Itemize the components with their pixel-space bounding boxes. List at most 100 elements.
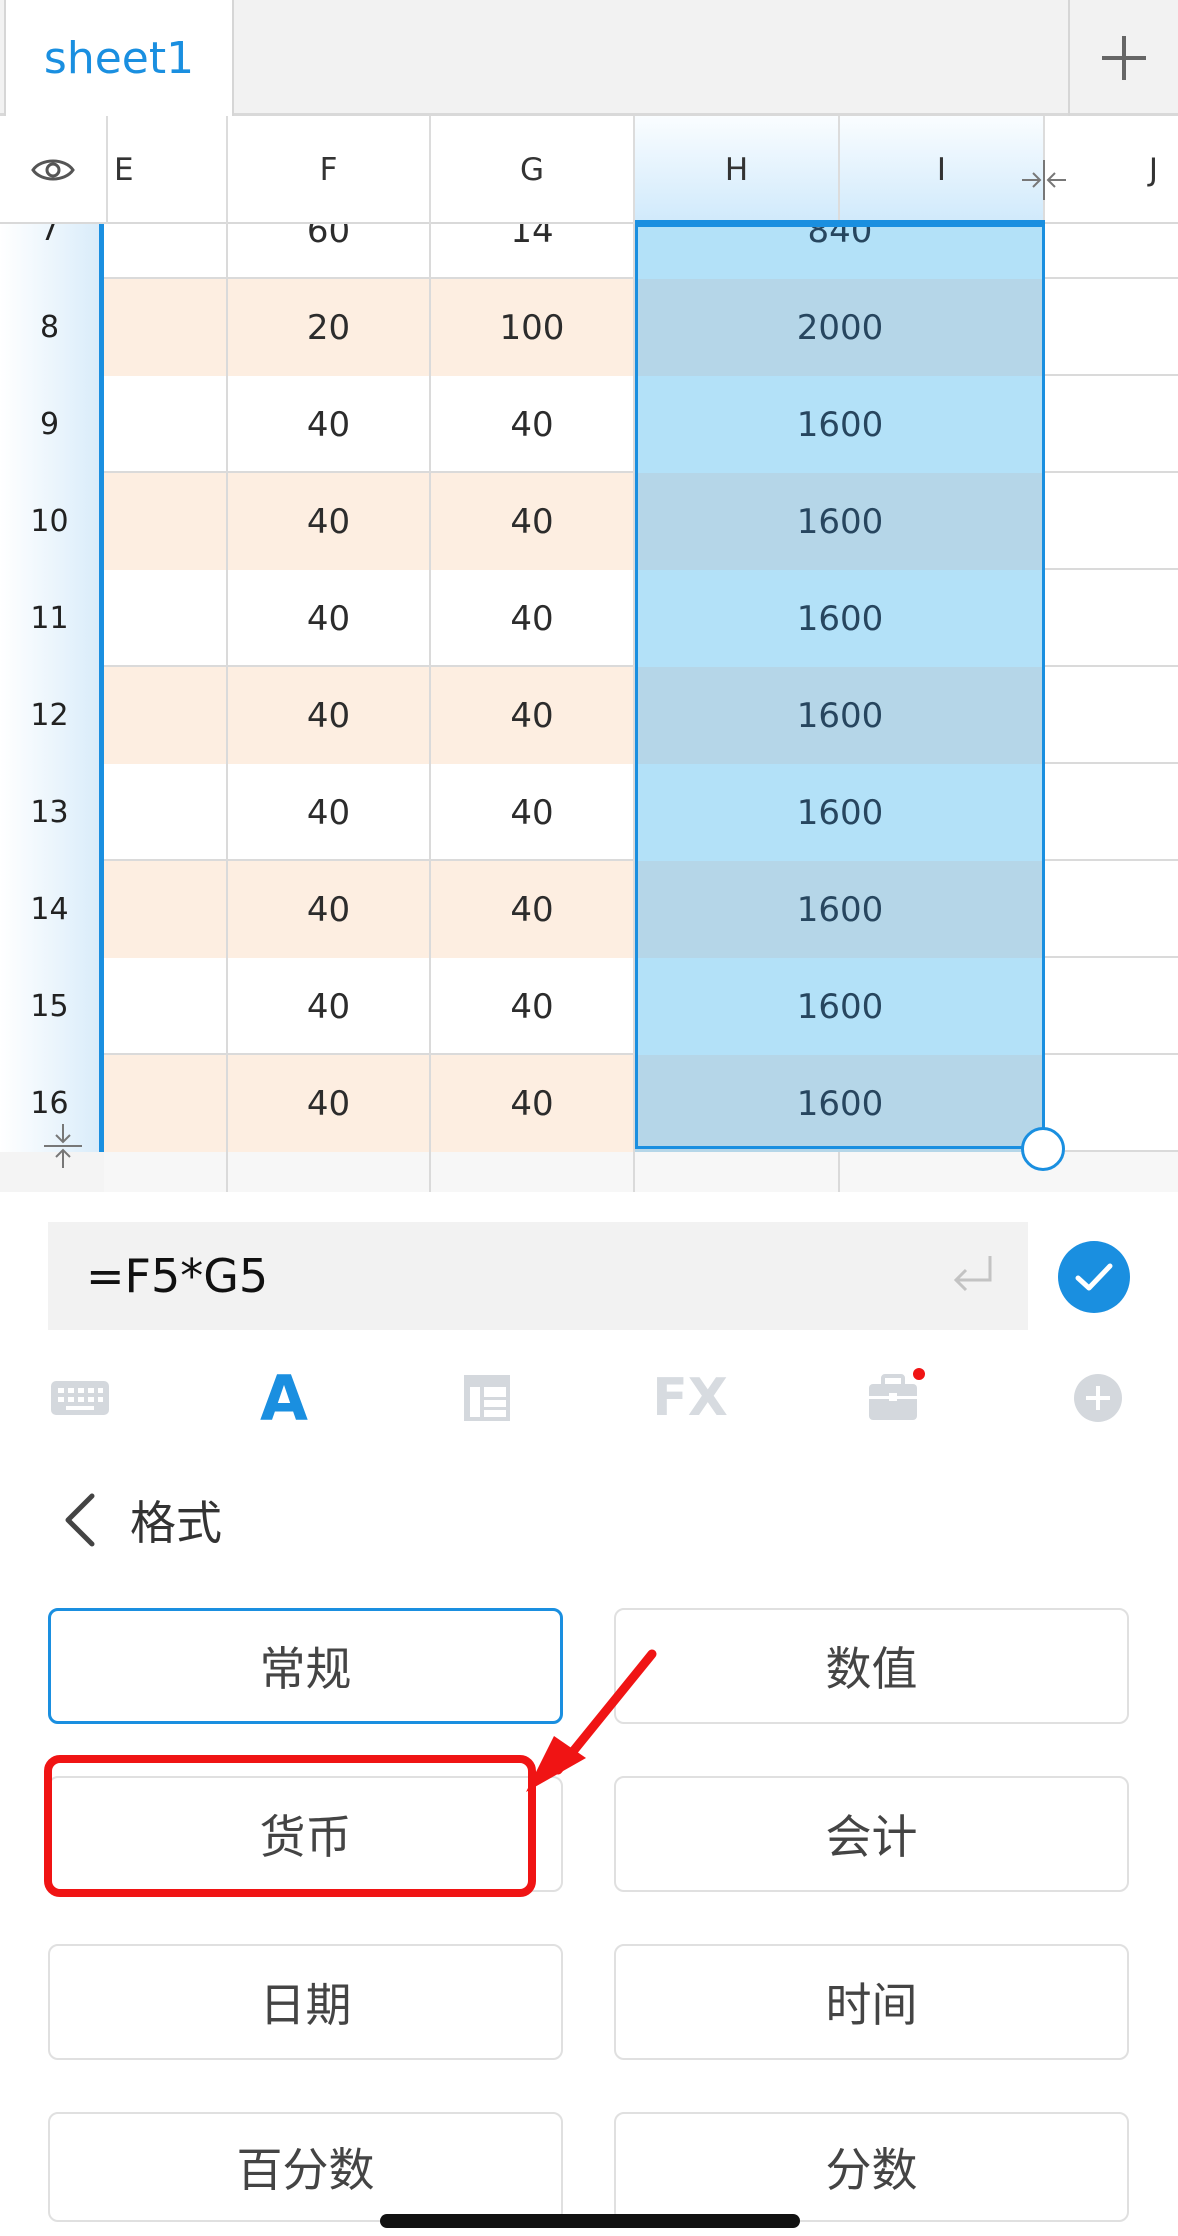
cell-g[interactable]: 40: [431, 376, 635, 473]
cell-h[interactable]: [635, 1152, 840, 1192]
cell-e[interactable]: [104, 570, 228, 667]
back-chevron-icon[interactable]: [60, 1492, 100, 1548]
cell-h[interactable]: 840: [635, 224, 1045, 279]
cell-h[interactable]: 1600: [635, 764, 1045, 861]
selection-resize-handle[interactable]: [1021, 1127, 1065, 1171]
cell-h[interactable]: 1600: [635, 473, 1045, 570]
format-number-button[interactable]: 数值: [614, 1608, 1129, 1724]
sheet-tab-bar: sheet1: [0, 0, 1178, 116]
cell-e[interactable]: [104, 764, 228, 861]
cell-f[interactable]: 60: [228, 224, 431, 279]
table-row: 16 40 40 1600: [0, 1055, 1178, 1152]
cell-e[interactable]: [104, 376, 228, 473]
row-number[interactable]: 14: [0, 861, 104, 958]
table-row: 12 40 40 1600: [0, 667, 1178, 764]
cell-f[interactable]: [228, 1152, 431, 1192]
cell-i[interactable]: [840, 1152, 1178, 1192]
plus-circle-icon: [1074, 1374, 1122, 1422]
cell-g[interactable]: 14: [431, 224, 635, 279]
column-header-i[interactable]: I: [840, 116, 1045, 224]
home-indicator: [380, 2214, 800, 2228]
table-row: 10 40 40 1600: [0, 473, 1178, 570]
cell-g[interactable]: 40: [431, 473, 635, 570]
cell-f[interactable]: 40: [228, 376, 431, 473]
cell-e[interactable]: [104, 279, 228, 376]
row-number[interactable]: 15: [0, 958, 104, 1055]
cell-g[interactable]: 40: [431, 861, 635, 958]
briefcase-icon: [869, 1368, 925, 1420]
cell-g[interactable]: 40: [431, 958, 635, 1055]
cell-g[interactable]: [431, 1152, 635, 1192]
font-icon: A: [260, 1361, 308, 1435]
font-format-button[interactable]: A: [234, 1352, 334, 1444]
tools-button[interactable]: [845, 1352, 945, 1444]
collapse-rows-icon[interactable]: [42, 1122, 84, 1170]
cell-e[interactable]: [104, 224, 228, 279]
format-general-button[interactable]: 常规: [48, 1608, 563, 1724]
cell-f[interactable]: 40: [228, 473, 431, 570]
row-number[interactable]: 12: [0, 667, 104, 764]
column-header-h[interactable]: H: [635, 116, 840, 224]
enter-icon[interactable]: [948, 1250, 998, 1300]
cell-e[interactable]: [104, 473, 228, 570]
cell-h[interactable]: 1600: [635, 376, 1045, 473]
layout-button[interactable]: [437, 1352, 537, 1444]
cell-e[interactable]: [104, 958, 228, 1055]
format-accounting-button[interactable]: 会计: [614, 1776, 1129, 1892]
cell-g[interactable]: 40: [431, 764, 635, 861]
panel-title: 格式: [130, 1496, 222, 1550]
format-fraction-button[interactable]: 分数: [614, 2112, 1129, 2222]
function-button[interactable]: FX: [640, 1352, 740, 1444]
cell-g[interactable]: 100: [431, 279, 635, 376]
cell-g[interactable]: 40: [431, 570, 635, 667]
formula-text: =F5*G5: [86, 1249, 269, 1303]
cell-h[interactable]: 1600: [635, 861, 1045, 958]
cell-h[interactable]: 1600: [635, 958, 1045, 1055]
collapse-columns-icon[interactable]: [1020, 158, 1068, 202]
cell-g[interactable]: 40: [431, 1055, 635, 1152]
check-icon: [1075, 1263, 1113, 1291]
column-header-g[interactable]: G: [431, 116, 635, 224]
add-sheet-button[interactable]: [1068, 0, 1178, 116]
table-layout-icon: [464, 1375, 510, 1421]
tab-sheet1[interactable]: sheet1: [4, 0, 234, 116]
cell-e[interactable]: [104, 1055, 228, 1152]
cell-f[interactable]: 40: [228, 570, 431, 667]
column-header-row: E F G H I J: [0, 116, 1178, 224]
format-percent-button[interactable]: 百分数: [48, 2112, 563, 2222]
row-number[interactable]: 10: [0, 473, 104, 570]
column-header-f[interactable]: F: [228, 116, 431, 224]
cell-h[interactable]: 1600: [635, 667, 1045, 764]
keyboard-button[interactable]: [30, 1352, 130, 1444]
format-date-button[interactable]: 日期: [48, 1944, 563, 2060]
insert-button[interactable]: [1048, 1352, 1148, 1444]
confirm-button[interactable]: [1058, 1241, 1130, 1313]
cell-f[interactable]: 40: [228, 861, 431, 958]
table-row: 17: [0, 1152, 1178, 1192]
row-number[interactable]: 9: [0, 376, 104, 473]
cell-h[interactable]: 2000: [635, 279, 1045, 376]
pointer-arrow-icon: [526, 1649, 657, 1792]
visibility-toggle[interactable]: [0, 116, 108, 224]
cell-f[interactable]: 20: [228, 279, 431, 376]
highlight-box: [44, 1755, 536, 1897]
plus-icon: [1102, 36, 1146, 80]
cell-g[interactable]: 40: [431, 667, 635, 764]
cell-f[interactable]: 40: [228, 667, 431, 764]
row-number[interactable]: 7: [0, 224, 104, 279]
format-time-button[interactable]: 时间: [614, 1944, 1129, 2060]
cell-e[interactable]: [104, 667, 228, 764]
cell-h[interactable]: 1600: [635, 570, 1045, 667]
formula-input[interactable]: =F5*G5: [48, 1222, 1028, 1330]
cell-f[interactable]: 40: [228, 1055, 431, 1152]
cell-f[interactable]: 40: [228, 958, 431, 1055]
row-number[interactable]: 11: [0, 570, 104, 667]
row-number[interactable]: 13: [0, 764, 104, 861]
cell-f[interactable]: 40: [228, 764, 431, 861]
cell-e[interactable]: [104, 1152, 228, 1192]
column-header-e[interactable]: E: [108, 116, 228, 224]
cell-e[interactable]: [104, 861, 228, 958]
cell-h[interactable]: 1600: [635, 1055, 1045, 1152]
keyboard-icon: [51, 1381, 109, 1415]
row-number[interactable]: 8: [0, 279, 104, 376]
